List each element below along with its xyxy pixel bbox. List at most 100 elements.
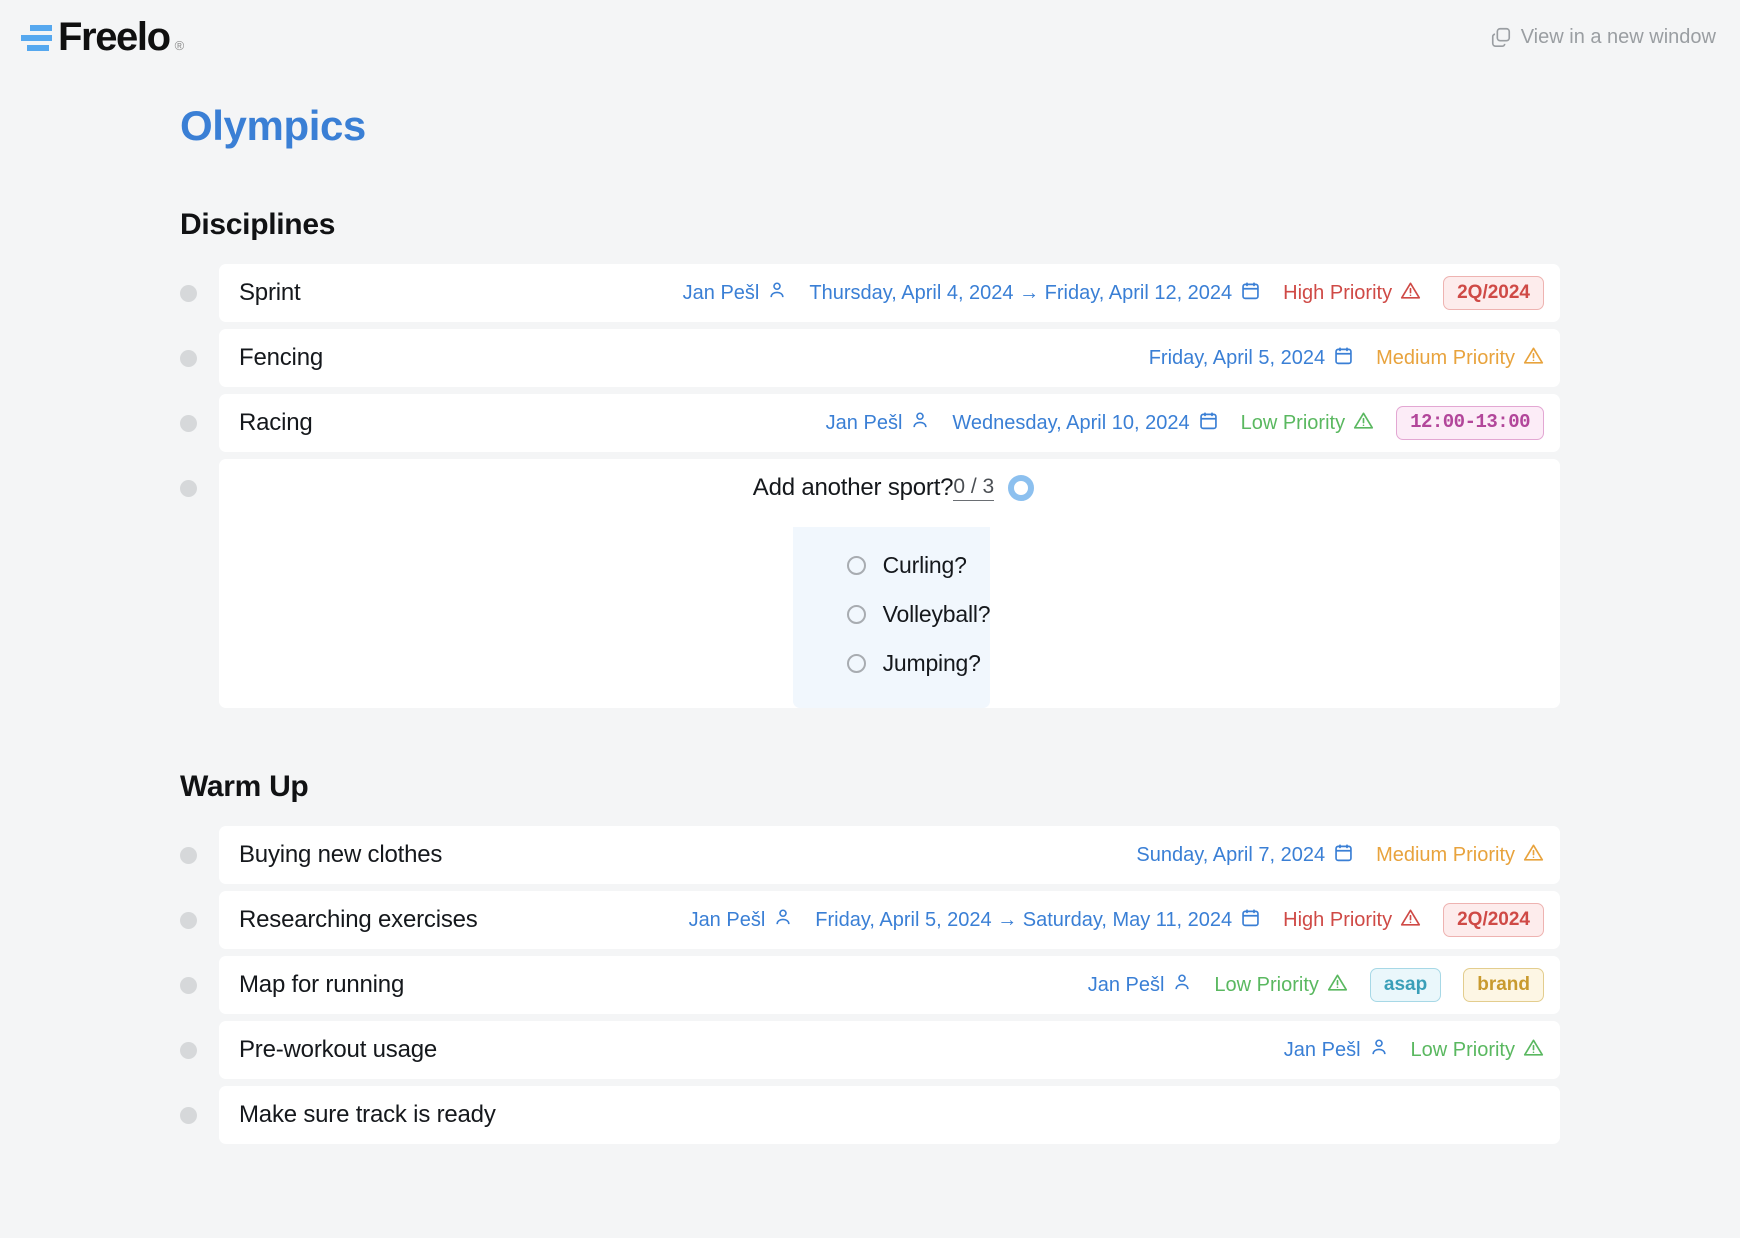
task-assignee[interactable]: Jan Pešl	[683, 280, 788, 306]
task-bullet-icon[interactable]	[180, 350, 197, 367]
copy-window-icon	[1490, 26, 1512, 48]
task-row[interactable]: Pre-workout usage Jan Pešl Low Priority	[180, 1021, 1560, 1079]
task-badge-time[interactable]: 12:00-13:00	[1396, 405, 1544, 441]
checklist-item-label: Volleyball?	[882, 601, 991, 627]
freelo-logo[interactable]: Freelo ®	[20, 17, 184, 57]
task-due-date[interactable]: Friday, April 5, 2024	[1149, 345, 1354, 372]
checklist-progress-ring-icon[interactable]	[1008, 475, 1035, 501]
task-bullet-icon[interactable]	[180, 480, 197, 497]
checklist-progress-count[interactable]: 0 / 3	[953, 475, 995, 501]
checkbox-icon[interactable]	[846, 605, 866, 624]
task-meta: Sunday, April 7, 2024 Medium Priority	[1136, 842, 1544, 869]
priority-label: Medium Priority	[1376, 346, 1515, 369]
task-card[interactable]: Make sure track is ready	[219, 1086, 1560, 1144]
task-card[interactable]: Sprint Jan Pešl Thursday, April 4, 2024 …	[219, 264, 1560, 322]
task-title: Buying new clothes	[239, 841, 443, 868]
section-heading-disciplines: Disciplines	[180, 208, 336, 241]
priority-label: High Priority	[1283, 281, 1393, 304]
checkbox-icon[interactable]	[846, 654, 866, 673]
person-icon	[767, 280, 787, 306]
task-title: Make sure track is ready	[239, 1101, 496, 1128]
task-priority[interactable]: Medium Priority	[1376, 345, 1544, 372]
task-bullet-icon[interactable]	[180, 285, 197, 302]
task-row[interactable]: Make sure track is ready	[180, 1086, 1560, 1144]
task-bullet-icon[interactable]	[180, 847, 197, 864]
task-row[interactable]: Racing Jan Pešl Wednesday, April 10, 202…	[180, 394, 1560, 452]
task-row[interactable]: Fencing Friday, April 5, 2024 Medium Pri…	[180, 329, 1560, 387]
page-title: Olympics	[180, 102, 366, 149]
view-in-new-window-button[interactable]: View in a new window	[1490, 26, 1716, 49]
task-list-disciplines: Sprint Jan Pešl Thursday, April 4, 2024 …	[180, 264, 1560, 708]
due-date-label: Wednesday, April 10, 2024	[952, 411, 1190, 434]
checklist-item[interactable]: Jumping?	[793, 639, 991, 688]
task-card[interactable]: Pre-workout usage Jan Pešl Low Priority	[219, 1021, 1560, 1079]
task-meta: Jan Pešl Low Priority	[1088, 967, 1544, 1003]
warning-triangle-icon	[1523, 1037, 1544, 1064]
task-title: Racing	[239, 409, 313, 436]
person-icon	[1172, 972, 1192, 998]
task-title: Researching exercises	[239, 906, 478, 933]
task-due-date[interactable]: Sunday, April 7, 2024	[1136, 842, 1354, 869]
task-due-date[interactable]: Thursday, April 4, 2024 → Friday, April …	[809, 280, 1261, 307]
task-meta: Jan Pešl Wednesday, April 10, 2024 Low P…	[826, 405, 1544, 441]
task-badge-quarter[interactable]: 2Q/2024	[1443, 902, 1544, 938]
task-bullet-icon[interactable]	[180, 415, 197, 432]
task-tag-brand[interactable]: brand	[1463, 967, 1544, 1003]
checklist-item[interactable]: Curling?	[793, 541, 991, 590]
freelo-logo-mark-icon	[20, 18, 54, 56]
task-priority[interactable]: Low Priority	[1241, 410, 1374, 437]
checklist-header[interactable]: Add another sport? 0 / 3	[733, 459, 1050, 517]
due-date-label: Sunday, April 7, 2024	[1136, 843, 1326, 866]
freelo-logo-wordmark: Freelo	[58, 15, 171, 59]
checkbox-icon[interactable]	[846, 556, 866, 575]
task-meta: Friday, April 5, 2024 Medium Priority	[1149, 345, 1544, 372]
task-card[interactable]: Fencing Friday, April 5, 2024 Medium Pri…	[219, 329, 1560, 387]
warning-triangle-icon	[1327, 972, 1348, 999]
calendar-icon	[1240, 280, 1261, 307]
task-priority[interactable]: High Priority	[1283, 280, 1421, 307]
checklist-items: Curling? Volleyball? Jumping?	[792, 527, 991, 708]
task-badge-quarter[interactable]: 2Q/2024	[1443, 275, 1544, 311]
section-heading-warm-up: Warm Up	[180, 770, 309, 803]
task-row[interactable]: Sprint Jan Pešl Thursday, April 4, 2024 …	[180, 264, 1560, 322]
task-card[interactable]: Map for running Jan Pešl Low Priority as…	[219, 956, 1560, 1014]
task-assignee[interactable]: Jan Pešl	[689, 907, 794, 933]
task-title: Sprint	[239, 279, 301, 306]
assignee-label: Jan Pešl	[1283, 1038, 1361, 1061]
task-priority[interactable]: Low Priority	[1411, 1037, 1544, 1064]
checklist-progress: 0 / 3	[953, 475, 1035, 501]
task-row[interactable]: Buying new clothes Sunday, April 7, 2024…	[180, 826, 1560, 884]
task-tag-asap[interactable]: asap	[1369, 967, 1442, 1003]
task-bullet-icon[interactable]	[180, 977, 197, 994]
task-priority[interactable]: High Priority	[1283, 907, 1421, 934]
task-card[interactable]: Researching exercises Jan Pešl Friday, A…	[219, 891, 1560, 949]
person-icon	[910, 410, 930, 436]
task-title: Map for running	[239, 971, 405, 998]
due-date-label: Friday, April 5, 2024 → Saturday, May 11…	[815, 908, 1233, 931]
calendar-icon	[1333, 842, 1354, 869]
task-card[interactable]: Buying new clothes Sunday, April 7, 2024…	[219, 826, 1560, 884]
task-bullet-icon[interactable]	[180, 912, 197, 929]
calendar-icon	[1240, 907, 1261, 934]
task-row-checklist[interactable]: Add another sport? 0 / 3 Curling? Volley…	[180, 459, 1560, 708]
task-list-warm-up: Buying new clothes Sunday, April 7, 2024…	[180, 826, 1560, 1144]
task-row[interactable]: Researching exercises Jan Pešl Friday, A…	[180, 891, 1560, 949]
task-assignee[interactable]: Jan Pešl	[1088, 972, 1193, 998]
task-bullet-icon[interactable]	[180, 1107, 197, 1124]
task-bullet-icon[interactable]	[180, 1042, 197, 1059]
task-row[interactable]: Map for running Jan Pešl Low Priority as…	[180, 956, 1560, 1014]
task-priority[interactable]: Low Priority	[1214, 972, 1347, 999]
task-card[interactable]: Racing Jan Pešl Wednesday, April 10, 202…	[219, 394, 1560, 452]
warning-triangle-icon	[1523, 345, 1544, 372]
task-priority[interactable]: Medium Priority	[1376, 842, 1544, 869]
view-in-new-window-label: View in a new window	[1520, 25, 1716, 48]
checklist-item[interactable]: Volleyball?	[793, 590, 991, 639]
task-assignee[interactable]: Jan Pešl	[1284, 1037, 1389, 1063]
checklist-item-label: Jumping?	[882, 650, 981, 676]
task-title: Fencing	[239, 344, 323, 371]
task-due-date[interactable]: Friday, April 5, 2024 → Saturday, May 11…	[815, 907, 1261, 934]
warning-triangle-icon	[1400, 907, 1421, 934]
task-due-date[interactable]: Wednesday, April 10, 2024	[952, 410, 1218, 437]
task-assignee[interactable]: Jan Pešl	[826, 410, 931, 436]
checklist-card[interactable]: Add another sport? 0 / 3 Curling? Volley…	[219, 459, 1560, 708]
